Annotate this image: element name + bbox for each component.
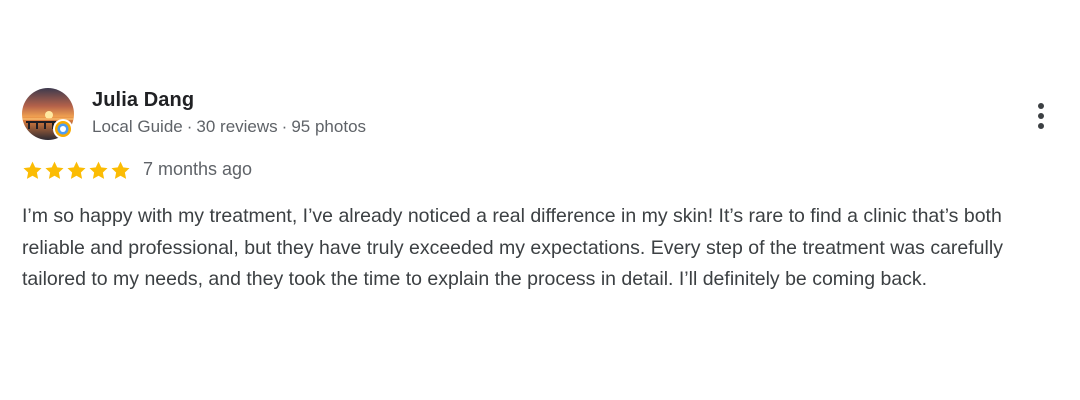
star-icon <box>45 161 64 179</box>
separator: · <box>281 117 288 136</box>
more-dot <box>1038 103 1044 109</box>
author-meta: Local Guide · 30 reviews · 95 photos <box>92 117 366 137</box>
more-vert-icon[interactable] <box>1024 96 1058 136</box>
review-text: I’m so happy with my treatment, I’ve alr… <box>22 205 1003 290</box>
photo-count: 95 photos <box>291 117 367 136</box>
review-date: 7 months ago <box>143 159 253 179</box>
star-icon <box>111 161 130 179</box>
local-guide-badge-icon <box>52 118 74 140</box>
author-name[interactable]: Julia Dang <box>92 89 194 112</box>
review-count: 30 reviews <box>196 117 278 136</box>
more-dot <box>1038 113 1044 119</box>
review-card: Julia Dang Local Guide · 30 reviews · 95 pho… <box>0 0 1080 400</box>
star-icon <box>89 161 108 179</box>
star-rating <box>22 158 132 182</box>
star-icon <box>23 161 42 179</box>
more-dot <box>1038 123 1044 129</box>
local-guide-label: Local Guide <box>92 117 183 136</box>
separator: · <box>186 117 193 136</box>
star-icon <box>67 161 86 179</box>
